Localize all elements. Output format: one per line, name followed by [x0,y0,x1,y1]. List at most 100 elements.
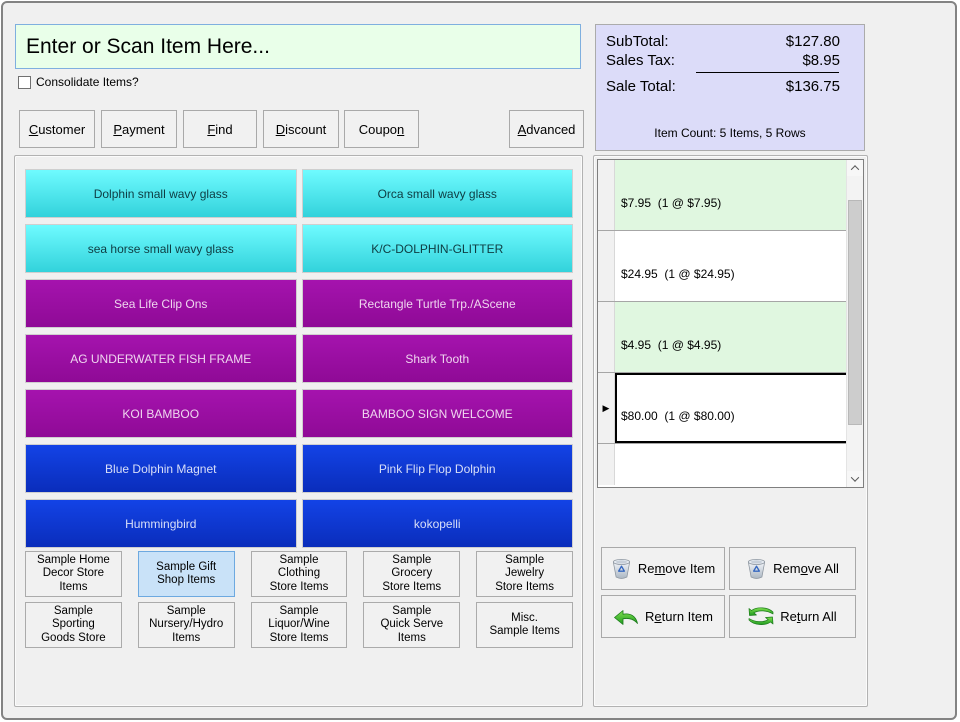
customer-button[interactable]: Customer [19,110,95,148]
scroll-up-button[interactable] [847,160,863,176]
label-accel: e [654,609,661,624]
scan-item-input[interactable] [15,24,581,69]
product-button[interactable]: Sea Life Clip Ons [25,279,297,328]
category-button[interactable]: Sample Clothing Store Items [251,551,348,597]
label-accel: P [113,122,122,137]
cart-scrollbar[interactable] [846,160,863,487]
current-row-arrow-icon: ▶ [603,403,610,414]
advanced-button[interactable]: Advanced [509,110,584,148]
row-selector-gutter: ▶ [598,373,615,443]
coupon-button[interactable]: Coupon [344,110,419,148]
category-button-selected[interactable]: Sample Gift Shop Items [138,551,235,597]
cart-row-selected[interactable]: ▶ $80.00 (1 @ $80.00) Taxable Bug Jar La… [598,373,863,444]
label-post: urn All [801,609,837,624]
button-label: Remove All [773,561,839,576]
label-pre: Re [780,609,797,624]
label-accel: C [29,122,38,137]
label-accel: m [654,561,665,576]
button-label: Return Item [645,609,713,624]
label-post: dvanced [526,122,575,137]
product-button[interactable]: Dolphin small wavy glass [25,169,297,218]
return-all-button[interactable]: Return All [729,595,856,638]
cart-list: $7.95 (1 @ $7.95) Taxable Shark Tooth $2… [597,159,864,488]
sales-tax-value: $8.95 [802,51,840,70]
category-button[interactable]: Sample Quick Serve Items [363,602,460,648]
return-item-button[interactable]: Return Item [601,595,725,638]
category-button[interactable]: Sample Jewelry Store Items [476,551,573,597]
row-selector-gutter [598,444,615,485]
label-accel: D [276,122,285,137]
product-button[interactable]: sea horse small wavy glass [25,224,297,273]
category-button[interactable]: Sample Home Decor Store Items [25,551,122,597]
label-post: ayment [122,122,165,137]
cart-item: $4.95 (1 @ $4.95) Taxable Sea Life Clip … [615,302,863,372]
scrollbar-thumb[interactable] [848,200,862,425]
sale-total-value: $136.75 [786,77,840,96]
green-return-arrow-icon [613,607,639,627]
cart-row[interactable]: $24.95 (1 @ $24.95) Taxable BAMBOO SIGN … [598,231,863,302]
label-pre: Coupo [359,122,397,137]
product-button[interactable]: Shark Tooth [302,334,574,383]
cart-item: $24.95 (1 @ $24.95) Taxable BAMBOO SIGN … [615,231,863,301]
chevron-up-icon [851,165,859,173]
label-post: ve All [808,561,839,576]
pos-window: Consolidate Items? Customer Payment Find… [1,1,957,720]
cart-item-price: $7.95 (1 @ $7.95) [621,195,857,211]
category-button[interactable]: Misc. Sample Items [476,602,573,648]
recycle-bin-icon [611,557,632,580]
label-pre: Re [638,561,655,576]
chevron-down-icon [851,473,859,481]
button-label: Return All [780,609,836,624]
subtotal-value: $127.80 [786,32,840,51]
remove-item-button[interactable]: Remove Item [601,547,725,590]
scroll-down-button[interactable] [847,471,863,487]
product-button[interactable]: AG UNDERWATER FISH FRAME [25,334,297,383]
product-button[interactable]: K/C-DOLPHIN-GLITTER [302,224,574,273]
label-post: ove Item [665,561,715,576]
cart-row[interactable]: $4.95 (1 @ $4.95) Taxable Sea Life Clip … [598,302,863,373]
category-button[interactable]: Sample Liquor/Wine Store Items [251,602,348,648]
cart-item-price: $24.95 (1 @ $24.95) [621,266,857,282]
product-button[interactable]: Blue Dolphin Magnet [25,444,297,493]
cart-row[interactable]: $7.95 (1 @ $7.95) Taxable Shark Tooth [598,160,863,231]
button-label: Remove Item [638,561,715,576]
item-count: Item Count: 5 Items, 5 Rows [596,126,864,150]
label-accel: n [397,122,404,137]
row-selector-gutter [598,160,615,230]
remove-all-button[interactable]: Remove All [729,547,856,590]
category-button[interactable]: Sample Nursery/Hydro Items [138,602,235,648]
product-button[interactable]: Orca small wavy glass [302,169,574,218]
subtotal-label: SubTotal: [606,32,669,51]
row-selector-gutter [598,231,615,301]
product-button[interactable]: KOI BAMBOO [25,389,297,438]
discount-button[interactable]: Discount [263,110,339,148]
label-post: ustomer [38,122,85,137]
payment-button[interactable]: Payment [101,110,177,148]
label-post: turn Item [662,609,713,624]
find-button[interactable]: Find [183,110,257,148]
product-button[interactable]: Hummingbird [25,499,297,548]
label-post: iscount [285,122,326,137]
category-grid: Sample Home Decor Store Items Sample Gif… [25,551,573,648]
label-accel: o [801,561,808,576]
product-grid: Dolphin small wavy glass Orca small wavy… [25,169,573,548]
totals-panel: SubTotal:$127.80 Sales Tax:$8.95 Sale To… [595,24,865,151]
category-button[interactable]: Sample Grocery Store Items [363,551,460,597]
totals-divider [696,72,839,73]
consolidate-items-control[interactable]: Consolidate Items? [18,75,139,89]
recycle-bin-icon [746,557,767,580]
label-post: ind [215,122,232,137]
consolidate-label: Consolidate Items? [36,75,139,89]
consolidate-checkbox[interactable] [18,76,31,89]
cart-item-price: $80.00 (1 @ $80.00) [621,408,857,424]
green-return-all-icon [748,606,774,628]
cart-empty-cell [615,444,863,485]
product-button[interactable]: Rectangle Turtle Trp./AScene [302,279,574,328]
product-button[interactable]: BAMBOO SIGN WELCOME [302,389,574,438]
label-accel: A [518,122,527,137]
label-pre: R [645,609,654,624]
category-button[interactable]: Sample Sporting Goods Store [25,602,122,648]
product-button[interactable]: Pink Flip Flop Dolphin [302,444,574,493]
sales-tax-label: Sales Tax: [606,51,675,70]
product-button[interactable]: kokopelli [302,499,574,548]
